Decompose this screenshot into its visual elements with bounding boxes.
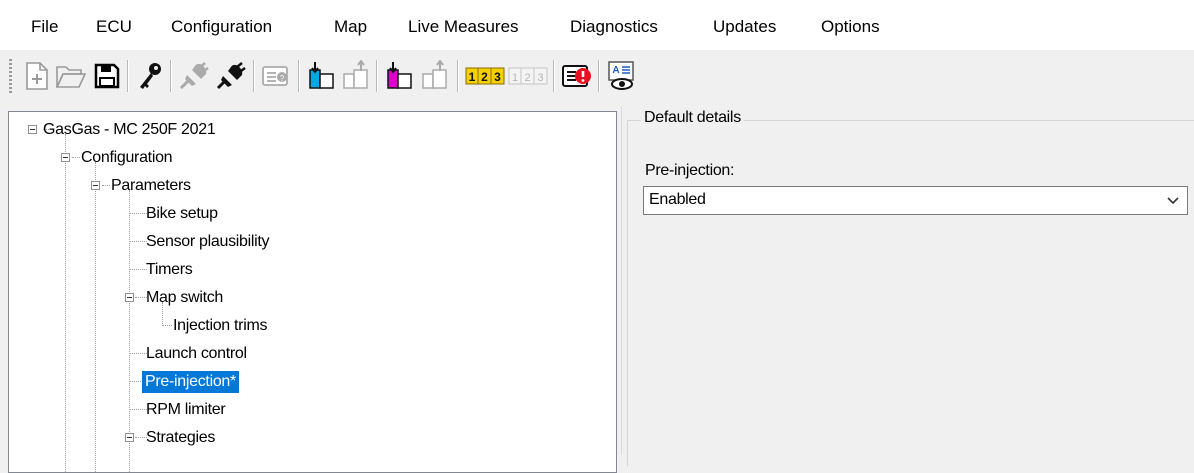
collapse-map-switch-icon[interactable] [125, 293, 134, 302]
svg-text:2: 2 [481, 70, 488, 84]
tree-node-strategies[interactable]: Strategies [144, 427, 217, 449]
new-file-icon[interactable] [20, 56, 54, 96]
menu-map[interactable]: Map [334, 16, 367, 38]
pane-splitter[interactable] [621, 106, 622, 455]
tree-node-injection-trims[interactable]: Injection trims [171, 315, 269, 337]
upload-magenta-disabled-icon[interactable] [418, 56, 452, 96]
svg-text:A: A [612, 65, 619, 76]
open-folder-icon[interactable] [54, 56, 88, 96]
group-title: Default details [641, 109, 744, 127]
disconnect-plug-icon[interactable] [177, 56, 211, 96]
tree-node-map-switch[interactable]: Map switch [144, 287, 225, 309]
tree-node-configuration[interactable]: Configuration [79, 147, 174, 169]
chevron-down-icon[interactable] [1167, 197, 1179, 205]
collapse-parameters-icon[interactable] [91, 181, 100, 190]
tree-node-pre-injection[interactable]: Pre-injection* [142, 371, 239, 393]
download-magenta-icon[interactable] [383, 56, 417, 96]
tree-node-sensor-plausibility[interactable]: Sensor plausibility [144, 231, 271, 253]
menu-bar: File ECU Configuration Map Live Measures… [0, 0, 1194, 50]
tree-node-rpm-limiter[interactable]: RPM limiter [144, 399, 227, 421]
collapse-configuration-icon[interactable] [61, 153, 70, 162]
svg-text:1: 1 [512, 72, 518, 84]
configuration-tree[interactable]: GasGas - MC 250F 2021 Configuration Para… [8, 111, 617, 473]
upload-disabled-icon[interactable] [339, 56, 373, 96]
tree-node-bike-setup[interactable]: Bike setup [144, 203, 220, 225]
menu-ecu[interactable]: ECU [96, 16, 132, 38]
pre-injection-label: Pre-injection: [645, 162, 735, 179]
error-codes-icon[interactable] [560, 56, 594, 96]
tree-node-parameters[interactable]: Parameters [109, 175, 193, 197]
tree-node-root[interactable]: GasGas - MC 250F 2021 [41, 119, 217, 141]
pre-injection-value: Enabled [649, 191, 706, 208]
collapse-strategies-icon[interactable] [125, 433, 134, 442]
toolbar-grip[interactable] [9, 59, 12, 93]
view-label-icon[interactable]: A [605, 56, 639, 96]
menu-updates[interactable]: Updates [713, 16, 776, 38]
toolbar: ? 123 123 A [0, 50, 1194, 106]
svg-text:3: 3 [494, 70, 501, 84]
menu-file[interactable]: File [31, 16, 58, 38]
menu-options[interactable]: Options [821, 16, 880, 38]
key-icon[interactable] [133, 56, 167, 96]
download-cyan-icon[interactable] [305, 56, 339, 96]
svg-text:2: 2 [524, 72, 530, 84]
ecu-info-icon[interactable]: ? [259, 56, 293, 96]
menu-diagnostics[interactable]: Diagnostics [570, 16, 658, 38]
tree-node-launch-control[interactable]: Launch control [144, 343, 249, 365]
collapse-root-icon[interactable] [28, 125, 37, 134]
tree-node-timers[interactable]: Timers [144, 259, 195, 281]
menu-live-measures[interactable]: Live Measures [408, 16, 519, 38]
save-icon[interactable] [90, 56, 124, 96]
menu-configuration[interactable]: Configuration [171, 16, 272, 38]
svg-text:?: ? [280, 74, 285, 83]
pre-injection-dropdown[interactable]: Enabled [643, 186, 1188, 215]
connect-plug-icon[interactable] [214, 56, 248, 96]
map-grid-disabled-icon[interactable]: 123 [507, 56, 549, 96]
map-grid-icon[interactable]: 123 [464, 56, 506, 96]
svg-text:3: 3 [537, 72, 543, 84]
svg-text:1: 1 [469, 70, 476, 84]
